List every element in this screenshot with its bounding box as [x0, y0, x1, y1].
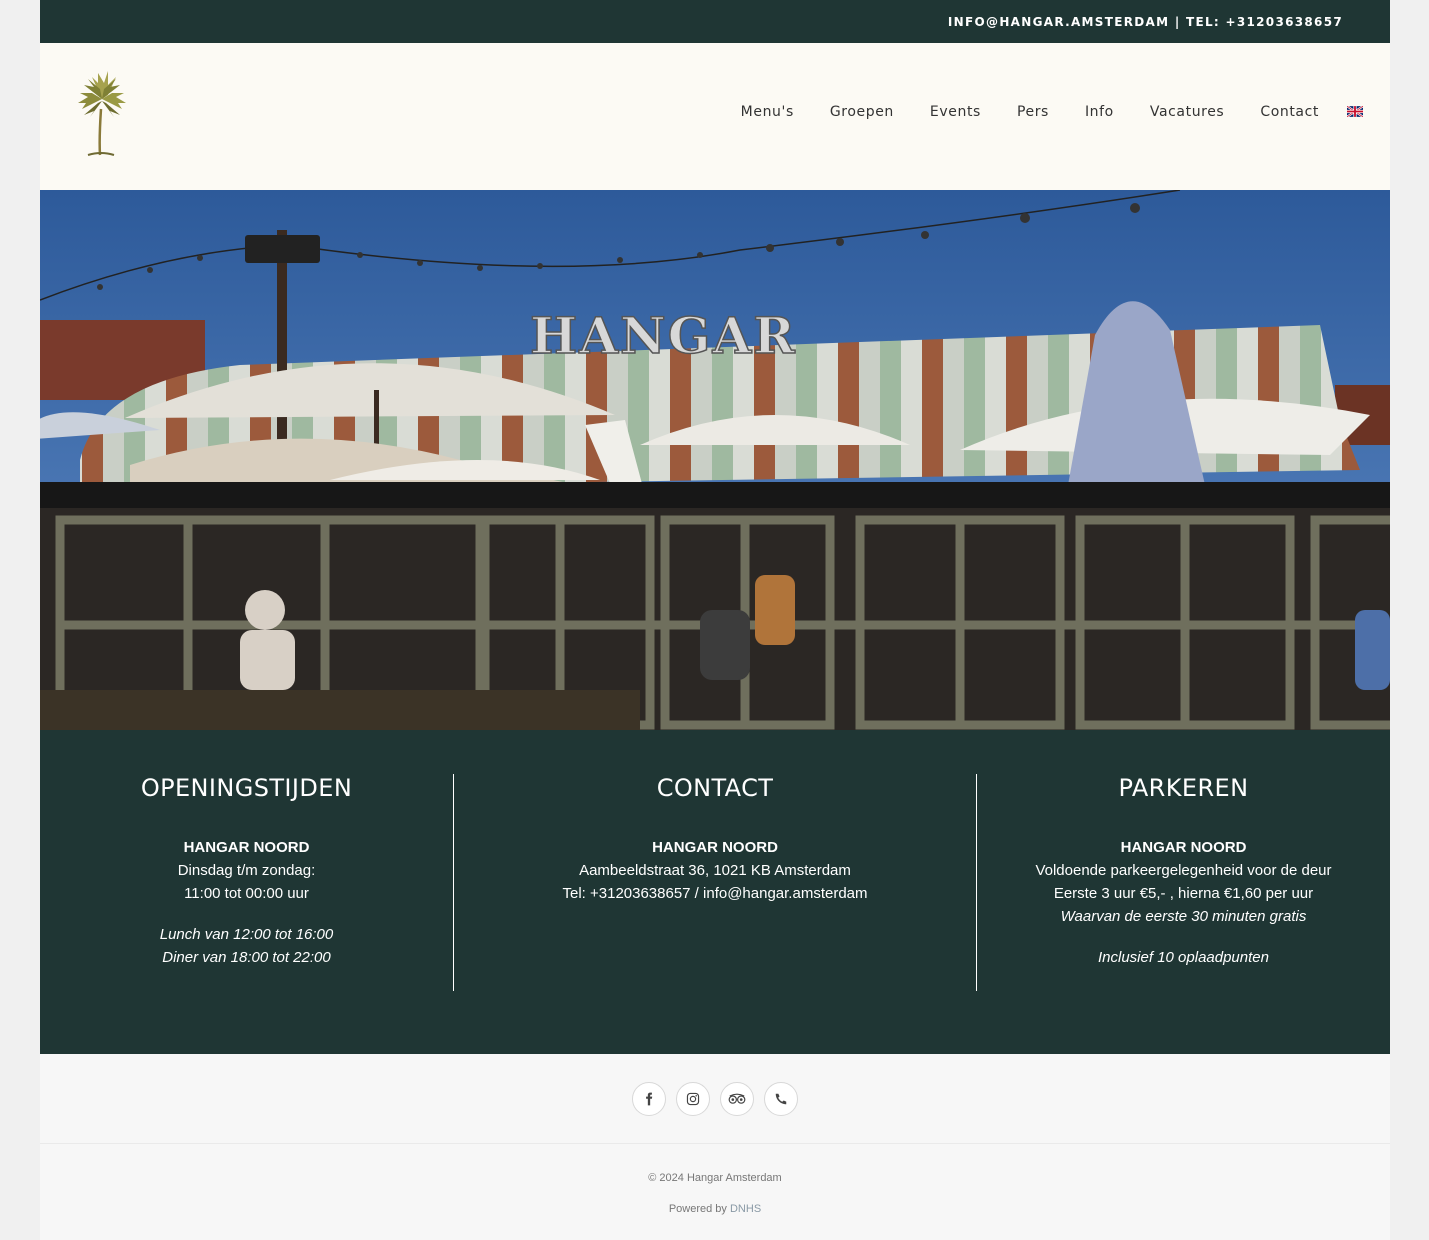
hours-days: Dinsdag t/m zondag: [177, 862, 316, 879]
nav-item-menus[interactable]: Menu's [741, 104, 794, 120]
hours-title: OPENINGSTIJDEN [140, 774, 353, 802]
facebook-button[interactable] [632, 1081, 666, 1116]
footer: © 2024 Hangar Amsterdam Powered by DNHS [40, 1144, 1390, 1215]
parking-line1: Voldoende parkeergelegenheid voor de deu… [1035, 862, 1332, 879]
hours-dinner: Diner van 18:00 tot 22:00 [162, 949, 331, 966]
social-bar [40, 1054, 1390, 1144]
divider [976, 774, 977, 991]
nav-item-info[interactable]: Info [1085, 104, 1114, 120]
hangar-sign: HANGAR [530, 306, 797, 365]
instagram-icon [686, 1092, 700, 1105]
main-nav: Menu's Groepen Events Pers Info Vacature… [705, 43, 1363, 180]
hours-lunch: Lunch van 12:00 tot 16:00 [159, 926, 334, 943]
info-section: OPENINGSTIJDEN HANGAR NOORD Dinsdag t/m … [40, 730, 1390, 1054]
divider [453, 774, 454, 991]
contact-line[interactable]: INFO@HANGAR.AMSTERDAM | TEL: +3120363865… [948, 15, 1343, 29]
terrace-illustration: HANGAR [40, 190, 1390, 730]
nav-item-events[interactable]: Events [930, 104, 981, 120]
tripadvisor-button[interactable] [720, 1081, 754, 1116]
parking-line2: Eerste 3 uur €5,- , hierna €1,60 per uur [1053, 885, 1314, 902]
hero-image: HANGAR [40, 190, 1390, 730]
nav-item-contact[interactable]: Contact [1260, 104, 1319, 120]
phone-button[interactable] [764, 1081, 798, 1116]
tripadvisor-icon [728, 1093, 746, 1104]
hours-times: 11:00 tot 00:00 uur [184, 885, 309, 902]
hours-location: HANGAR NOORD [183, 839, 310, 856]
parking-title: PARKEREN [1118, 774, 1249, 802]
contact-location: HANGAR NOORD [652, 839, 778, 856]
powered-by: Powered by DNHS [40, 1184, 1390, 1215]
parking-location: HANGAR NOORD [1120, 839, 1247, 856]
contact-phone-email[interactable]: Tel: +31203638657 / info@hangar.amsterda… [495, 882, 935, 905]
nav-item-pers[interactable]: Pers [1017, 104, 1049, 120]
parking-line4: Inclusief 10 oplaadpunten [1098, 949, 1269, 966]
nav-item-vacatures[interactable]: Vacatures [1150, 104, 1224, 120]
contact-address: Aambeeldstraat 36, 1021 KB Amsterdam [579, 862, 851, 879]
facebook-icon [646, 1092, 653, 1105]
top-bar: INFO@HANGAR.AMSTERDAM | TEL: +3120363865… [40, 0, 1390, 43]
dnhs-link[interactable]: DNHS [730, 1203, 761, 1215]
powered-by-label: Powered by [668, 1203, 727, 1215]
parking-column: PARKEREN HANGAR NOORD Voldoende parkeerg… [1000, 774, 1367, 969]
contact-column: CONTACT HANGAR NOORD Aambeeldstraat 36, … [495, 774, 935, 905]
header: Menu's Groepen Events Pers Info Vacature… [40, 43, 1390, 190]
instagram-button[interactable] [676, 1081, 710, 1116]
page: INFO@HANGAR.AMSTERDAM | TEL: +3120363865… [40, 0, 1390, 1240]
palm-tree-icon[interactable] [74, 69, 130, 161]
uk-flag-icon[interactable] [1347, 106, 1363, 117]
copyright: © 2024 Hangar Amsterdam [648, 1172, 782, 1184]
contact-title: CONTACT [656, 774, 774, 802]
parking-line3: Waarvan de eerste 30 minuten gratis [1060, 908, 1307, 925]
nav-item-groepen[interactable]: Groepen [830, 104, 894, 120]
phone-icon [775, 1093, 787, 1104]
hours-column: OPENINGSTIJDEN HANGAR NOORD Dinsdag t/m … [90, 774, 403, 969]
